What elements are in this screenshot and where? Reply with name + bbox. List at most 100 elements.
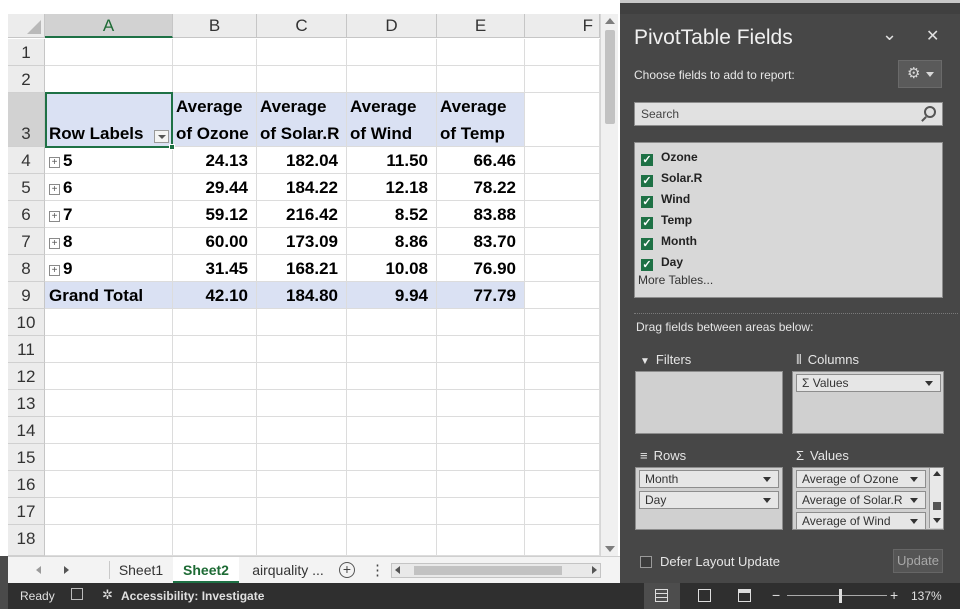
grand-total-value-cell[interactable]: 184.80 <box>257 282 347 309</box>
pivot-value-cell[interactable]: 8.52 <box>347 201 437 228</box>
field-temp[interactable]: ✓ Temp <box>641 210 692 230</box>
row-header-8[interactable]: 8 <box>8 255 45 282</box>
search-icon[interactable] <box>924 106 936 118</box>
field-wind[interactable]: ✓ Wind <box>641 189 690 209</box>
grid-cell[interactable] <box>257 417 347 444</box>
zoom-in-button[interactable]: + <box>890 587 898 603</box>
grid-cell[interactable] <box>173 390 257 417</box>
row-header-10[interactable]: 10 <box>8 309 45 336</box>
next-sheet-arrow-icon[interactable] <box>64 566 69 574</box>
pivot-value-cell[interactable]: 83.88 <box>437 201 525 228</box>
accessibility-status[interactable]: Accessibility: Investigate <box>121 589 264 603</box>
grid-cell[interactable] <box>347 363 437 390</box>
pivot-value-cell[interactable]: 59.12 <box>173 201 257 228</box>
scroll-right-arrow-icon[interactable] <box>592 566 597 574</box>
pivot-value-cell[interactable]: 76.90 <box>437 255 525 282</box>
scroll-down-arrow-icon[interactable] <box>605 546 615 552</box>
grid-cell[interactable] <box>45 39 173 66</box>
add-sheet-icon[interactable]: + <box>339 562 355 578</box>
grid-cell[interactable] <box>525 174 600 201</box>
grid-cell[interactable] <box>257 39 347 66</box>
pivot-value-cell[interactable]: 31.45 <box>173 255 257 282</box>
values-chip-ozone[interactable]: Average of Ozone <box>796 470 926 488</box>
expand-row-icon[interactable]: + <box>49 157 60 168</box>
expand-row-icon[interactable]: + <box>49 211 60 222</box>
grid-cell[interactable] <box>437 525 525 556</box>
pivot-row-label-cell[interactable]: +9 <box>45 255 173 282</box>
grid-cell[interactable] <box>45 363 173 390</box>
pivot-value-cell[interactable]: 173.09 <box>257 228 347 255</box>
grid-cell[interactable] <box>45 390 173 417</box>
row-header-11[interactable]: 11 <box>8 336 45 363</box>
columns-drop-area[interactable]: Σ Values <box>792 371 944 434</box>
pivot-value-cell[interactable]: 168.21 <box>257 255 347 282</box>
zoom-slider-thumb[interactable] <box>839 589 842 603</box>
chevron-down-icon[interactable] <box>763 498 771 503</box>
grid-cell[interactable] <box>347 498 437 525</box>
grid-cell[interactable] <box>173 444 257 471</box>
rows-drop-area[interactable]: Month Day <box>635 467 783 530</box>
values-scroll-thumb[interactable] <box>933 502 941 510</box>
values-scroll-down-icon[interactable] <box>933 518 941 523</box>
field-month[interactable]: ✓ Month <box>641 231 697 251</box>
grid-cell[interactable] <box>257 363 347 390</box>
grid-cell[interactable] <box>525 390 600 417</box>
sheet-tab-sheet2[interactable]: Sheet2 <box>173 557 239 583</box>
row-header-7[interactable]: 7 <box>8 228 45 255</box>
values-scroll-up-icon[interactable] <box>933 471 941 476</box>
sheet-tab-airquality[interactable]: airquality ... <box>243 557 333 583</box>
defer-layout-update[interactable]: Defer Layout Update <box>640 554 780 569</box>
grid-cell[interactable] <box>45 66 173 93</box>
grid-cell[interactable] <box>347 336 437 363</box>
grid-cell[interactable] <box>525 255 600 282</box>
pivot-value-cell[interactable]: 83.70 <box>437 228 525 255</box>
row-header-1[interactable]: 1 <box>8 39 45 66</box>
row-header-2[interactable]: 2 <box>8 66 45 93</box>
prev-sheet-arrow-icon[interactable] <box>36 566 41 574</box>
grid-cell[interactable] <box>173 363 257 390</box>
grid-cell[interactable] <box>525 336 600 363</box>
field-settings-button[interactable]: ⚙ <box>898 60 942 88</box>
pivot-value-cell[interactable]: 78.22 <box>437 174 525 201</box>
scroll-up-arrow-icon[interactable] <box>605 18 615 24</box>
grid-cell[interactable] <box>45 498 173 525</box>
values-scrollbar[interactable] <box>929 468 943 528</box>
grid-cell[interactable] <box>525 498 600 525</box>
grid-cell[interactable] <box>257 444 347 471</box>
grid-cell[interactable] <box>45 444 173 471</box>
chevron-down-icon[interactable] <box>763 477 771 482</box>
grid-cell[interactable] <box>173 66 257 93</box>
column-header-b[interactable]: B <box>173 14 257 38</box>
row-header-9[interactable]: 9 <box>8 282 45 309</box>
chevron-down-icon[interactable]: ⌄ <box>882 24 897 45</box>
row-header-14[interactable]: 14 <box>8 417 45 444</box>
column-header-d[interactable]: D <box>347 14 437 38</box>
horizontal-scrollbar[interactable] <box>391 563 601 578</box>
pivot-value-header-solar[interactable]: Average of Solar.R <box>257 93 347 147</box>
rows-chip-month[interactable]: Month <box>639 470 779 488</box>
grid-cell[interactable] <box>173 336 257 363</box>
grid-cell[interactable] <box>437 498 525 525</box>
grid-cell[interactable] <box>525 444 600 471</box>
sheet-tab-sheet1[interactable]: Sheet1 <box>111 557 171 583</box>
zoom-out-button[interactable]: − <box>772 587 780 603</box>
grid-cell[interactable] <box>347 390 437 417</box>
grid-cell[interactable] <box>257 471 347 498</box>
row-header-15[interactable]: 15 <box>8 444 45 471</box>
select-all-button[interactable] <box>8 14 45 38</box>
column-header-e[interactable]: E <box>437 14 525 38</box>
vertical-scrollbar[interactable] <box>600 14 618 556</box>
grand-total-value-cell[interactable]: 42.10 <box>173 282 257 309</box>
checkbox-checked-icon[interactable]: ✓ <box>641 238 653 250</box>
row-header-4[interactable]: 4 <box>8 147 45 174</box>
pivot-value-cell[interactable]: 24.13 <box>173 147 257 174</box>
column-header-f[interactable]: F <box>525 14 600 38</box>
values-chip-wind[interactable]: Average of Wind <box>796 512 926 530</box>
defer-checkbox[interactable] <box>640 556 652 568</box>
grid-cell[interactable] <box>525 417 600 444</box>
pivot-value-header-ozone[interactable]: Average of Ozone <box>173 93 257 147</box>
rows-chip-day[interactable]: Day <box>639 491 779 509</box>
expand-row-icon[interactable]: + <box>49 238 60 249</box>
page-break-view-icon[interactable] <box>738 589 751 602</box>
grid-cell[interactable] <box>45 309 173 336</box>
